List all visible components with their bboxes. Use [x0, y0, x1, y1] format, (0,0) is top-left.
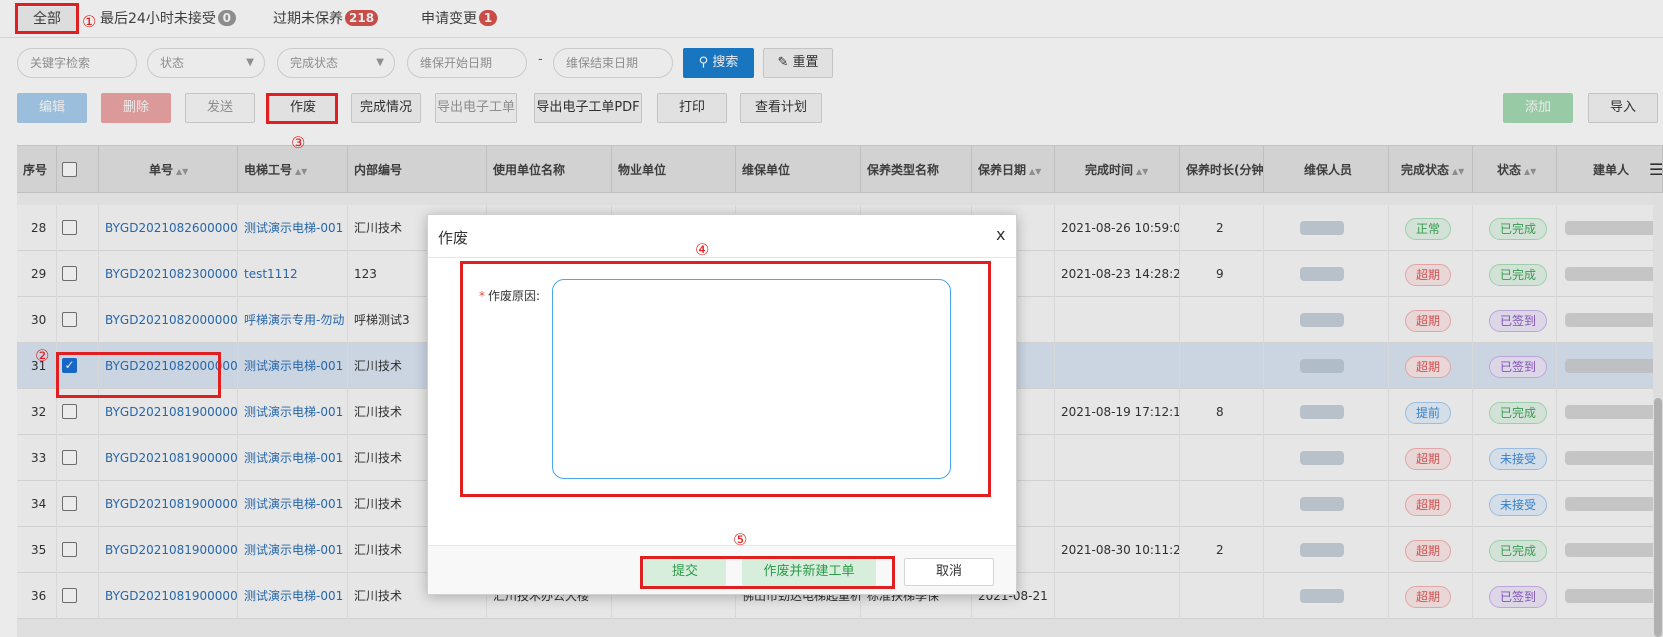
annotation-number: ① — [82, 12, 97, 31]
divider — [428, 257, 1016, 258]
annotation-box — [266, 93, 338, 124]
annotation-box — [56, 352, 221, 398]
annotation-box — [15, 3, 79, 34]
annotation-number: ② — [35, 346, 50, 365]
annotation-number: ④ — [695, 240, 710, 259]
annotation-box — [640, 556, 895, 589]
annotation-number: ⑤ — [733, 530, 748, 549]
close-icon[interactable]: x — [996, 225, 1005, 244]
dialog-title: 作废 — [438, 229, 469, 247]
cancel-button[interactable]: 取消 — [904, 558, 994, 586]
annotation-number: ③ — [291, 133, 306, 152]
annotation-box — [460, 261, 991, 497]
